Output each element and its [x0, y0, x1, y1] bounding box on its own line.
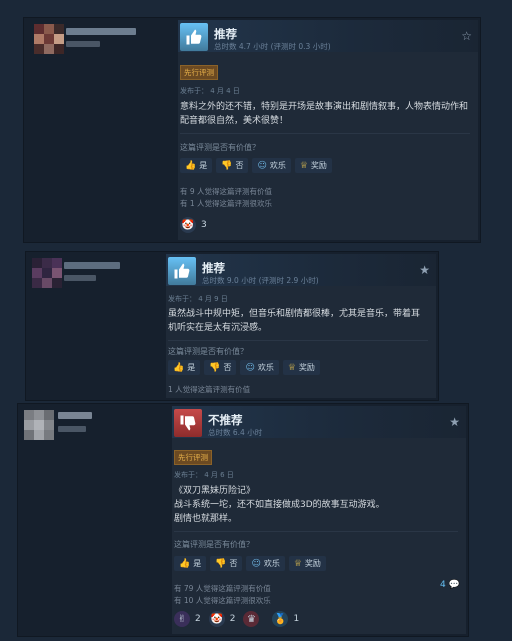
thumbs-down-icon: 👎: [209, 362, 221, 373]
award-item[interactable]: 🏅 1: [272, 611, 299, 627]
funny-count: 有 10 人觉得这篇评测很欢乐: [174, 596, 271, 605]
user-product-count: [64, 275, 96, 281]
early-access-badge: 先行评测: [174, 450, 212, 465]
award-icon: ♕: [293, 558, 302, 569]
award-button[interactable]: ♕ 奖励: [294, 158, 332, 173]
award-item[interactable]: ✌ 2: [174, 611, 201, 627]
vote-buttons: 👍 是 👎 否 ☺ 欢乐 ♕ 奖励: [174, 556, 326, 571]
vote-buttons: 👍 是 👎 否 ☺ 欢乐 ♕ 奖励: [180, 158, 332, 173]
award-icon: ♕: [299, 160, 308, 171]
playtime: 总时数 4.7 小时 (评测时 0.3 小时): [214, 42, 331, 51]
thumbs-down-icon: 👎: [215, 558, 227, 569]
review-header: 不推荐 总时数 6.4 小时 ★: [172, 406, 466, 438]
award-icon: ♕: [287, 362, 296, 373]
vote-no-button[interactable]: 👎 否: [216, 158, 249, 173]
review-card-3: 不推荐 总时数 6.4 小时 ★ 先行评测 发布于： 4 月 6 日 《双刀黑妹…: [18, 404, 468, 636]
review-card-2: 推荐 总时数 9.0 小时 (评测时 2.9 小时) ★ 发布于： 4 月 9 …: [26, 252, 438, 400]
review-text: 虽然战斗中规中矩，但音乐和剧情都很棒，尤其是音乐，带着耳机听实在是太有沉浸感。: [168, 309, 421, 333]
thumbs-up-icon: 👍: [173, 362, 185, 373]
review-text: 《双刀黑妹历险记》 战斗系统一坨，还不如直接做成3D的故事互动游戏。 剧情也就那…: [174, 486, 385, 524]
vote-buttons: 👍 是 👎 否 ☺ 欢乐 ♕ 奖励: [168, 360, 320, 375]
avatar[interactable]: [24, 410, 54, 440]
username[interactable]: [58, 412, 92, 419]
review-content: 推荐 总时数 9.0 小时 (评测时 2.9 小时) ★ 发布于： 4 月 9 …: [166, 254, 436, 398]
review-content: 推荐 总时数 4.7 小时 (评测时 0.3 小时) ☆ 先行评测 发布于： 4…: [178, 20, 478, 240]
review-text: 意料之外的还不错，特别是开场是故事演出和剧情叙事，人物表情动作和配音都很自然，美…: [180, 102, 469, 126]
vote-yes-button[interactable]: 👍 是: [168, 360, 201, 375]
thumbs-up-icon: 👍: [179, 558, 191, 569]
smiley-icon: ☺: [251, 558, 261, 569]
award-icon: 🤡: [208, 611, 225, 627]
comment-count[interactable]: 4 💬: [440, 580, 460, 590]
review-card-1: 推荐 总时数 4.7 小时 (评测时 0.3 小时) ☆ 先行评测 发布于： 4…: [24, 18, 480, 242]
thumbs-down-icon: 👎: [221, 160, 233, 171]
user-product-count: [58, 426, 86, 432]
award-item[interactable]: ♛: [243, 611, 264, 627]
playtime: 总时数 6.4 小时: [208, 428, 263, 437]
posted-date: 发布于： 4 月 6 日: [174, 471, 234, 479]
star-icon[interactable]: ★: [419, 263, 430, 277]
star-icon[interactable]: ☆: [461, 29, 472, 43]
awards-row: ✌ 2 🤡 2 ♛ 🏅 1: [174, 611, 299, 627]
awards-row: 🤡 3: [180, 217, 207, 233]
helpful-count: 1 人觉得这篇评测有价值: [168, 385, 251, 394]
divider: [180, 133, 470, 134]
thumbs-down-icon: [174, 409, 202, 437]
review-verdict[interactable]: 推荐: [214, 26, 237, 42]
award-icon: ♛: [243, 611, 260, 627]
username[interactable]: [64, 262, 120, 269]
funny-count: 有 1 人觉得这篇评测很欢乐: [180, 199, 273, 208]
thumbs-up-icon: [168, 257, 196, 285]
avatar[interactable]: [34, 24, 64, 54]
vote-no-button[interactable]: 👎 否: [204, 360, 237, 375]
vote-no-button[interactable]: 👎 否: [210, 556, 243, 571]
vote-yes-button[interactable]: 👍 是: [180, 158, 213, 173]
posted-date: 发布于： 4 月 9 日: [168, 295, 228, 303]
review-verdict[interactable]: 不推荐: [208, 412, 243, 428]
divider: [174, 531, 458, 532]
smiley-icon: ☺: [245, 362, 255, 373]
divider: [168, 340, 428, 341]
user-product-count: [66, 41, 100, 47]
award-item[interactable]: 🤡 3: [180, 217, 207, 233]
posted-date: 发布于： 4 月 4 日: [180, 87, 240, 95]
vote-funny-button[interactable]: ☺ 欢乐: [240, 360, 279, 375]
smiley-icon: ☺: [257, 160, 267, 171]
award-icon: ✌: [174, 611, 190, 627]
early-access-badge: 先行评测: [180, 65, 218, 80]
thumbs-up-icon: [180, 23, 208, 51]
award-button[interactable]: ♕ 奖励: [288, 556, 326, 571]
username[interactable]: [66, 28, 136, 35]
review-content: 不推荐 总时数 6.4 小时 ★ 先行评测 发布于： 4 月 6 日 《双刀黑妹…: [172, 406, 466, 634]
award-button[interactable]: ♕ 奖励: [282, 360, 320, 375]
avatar[interactable]: [32, 258, 62, 288]
helpful-count: 有 9 人觉得这篇评测有价值: [180, 187, 273, 196]
helpful-count: 有 79 人觉得这篇评测有价值: [174, 584, 271, 593]
vote-funny-button[interactable]: ☺ 欢乐: [246, 556, 285, 571]
award-icon: 🤡: [180, 217, 196, 233]
thumbs-up-icon: 👍: [185, 160, 197, 171]
helpful-question: 这篇评测是否有价值？: [168, 347, 248, 356]
vote-funny-button[interactable]: ☺ 欢乐: [252, 158, 291, 173]
review-header: 推荐 总时数 9.0 小时 (评测时 2.9 小时) ★: [166, 254, 436, 286]
review-verdict[interactable]: 推荐: [202, 260, 225, 276]
star-icon[interactable]: ★: [449, 415, 460, 429]
award-item[interactable]: 🤡 2: [208, 611, 235, 627]
review-header: 推荐 总时数 4.7 小时 (评测时 0.3 小时) ☆: [178, 20, 478, 52]
comment-icon: 💬: [448, 580, 460, 590]
helpful-question: 这篇评测是否有价值？: [174, 540, 254, 549]
playtime: 总时数 9.0 小时 (评测时 2.9 小时): [202, 276, 319, 285]
vote-yes-button[interactable]: 👍 是: [174, 556, 207, 571]
award-icon: 🏅: [272, 611, 289, 627]
helpful-question: 这篇评测是否有价值？: [180, 143, 260, 152]
